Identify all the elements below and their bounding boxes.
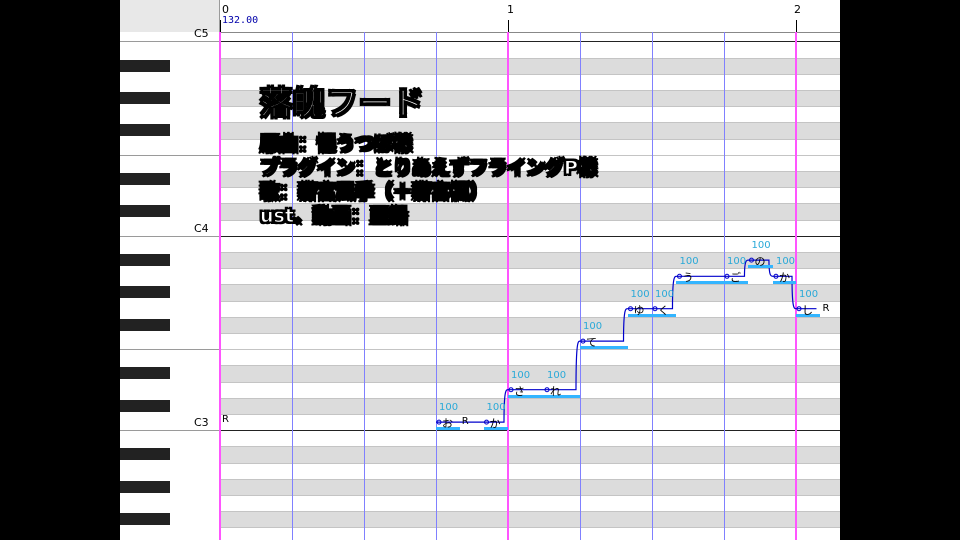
- octave-label-c4: C4: [194, 221, 209, 235]
- measure-0-tick: [220, 20, 221, 32]
- note-lyric[interactable]: か: [490, 415, 501, 431]
- white-key-divider: [120, 235, 219, 237]
- note-lyric[interactable]: う: [682, 269, 693, 285]
- note-velocity: 100: [486, 402, 506, 413]
- note-lyric[interactable]: し: [802, 302, 813, 318]
- black-key[interactable]: [120, 124, 170, 137]
- black-key[interactable]: [120, 399, 170, 412]
- note-lyric[interactable]: の: [754, 253, 765, 269]
- note-velocity: 100: [655, 288, 675, 300]
- credit-vocal: 歌：薪宮風季（＋薪宮楓）: [260, 181, 489, 204]
- measure-1-tick: [508, 20, 509, 32]
- note-velocity: 100: [799, 288, 819, 300]
- note-velocity: 100: [583, 321, 603, 332]
- black-key[interactable]: [120, 367, 170, 380]
- black-key[interactable]: [120, 92, 170, 104]
- note-velocity: 100: [727, 256, 747, 268]
- white-key-divider: [120, 154, 219, 156]
- measure-ruler[interactable]: 0 132.00 1 2: [220, 0, 840, 33]
- note-lyric[interactable]: お: [442, 415, 453, 431]
- note-velocity: 100: [630, 288, 650, 300]
- note-velocity: 100: [511, 369, 531, 381]
- white-key-divider: [120, 430, 219, 432]
- black-key[interactable]: [120, 513, 170, 526]
- black-key[interactable]: [120, 480, 170, 493]
- credit-plugin: プラグイン：とりあえずフライングP様: [260, 157, 598, 180]
- note-velocity: 100: [679, 256, 699, 268]
- tempo-label[interactable]: 132.00: [222, 15, 258, 26]
- white-key-divider: [120, 349, 219, 351]
- black-key[interactable]: [120, 448, 170, 461]
- note-lyric[interactable]: か: [779, 269, 790, 285]
- black-key[interactable]: [120, 286, 170, 299]
- black-key[interactable]: [120, 205, 170, 218]
- note-velocity: 100: [775, 256, 796, 268]
- note-lyric[interactable]: さ: [514, 383, 525, 399]
- note-lyric[interactable]: ご: [730, 269, 741, 285]
- note-lyric[interactable]: く: [658, 302, 669, 318]
- song-title: 落魄フード: [260, 84, 426, 123]
- rest-marker[interactable]: R: [462, 416, 469, 427]
- measure-2-label: 2: [794, 3, 801, 16]
- note-lyric[interactable]: ゆ: [634, 302, 645, 318]
- note-lyric[interactable]: れ: [550, 383, 561, 399]
- white-key-divider: [120, 41, 219, 43]
- black-key[interactable]: [120, 59, 170, 72]
- black-key[interactable]: [120, 254, 170, 266]
- rest-marker[interactable]: R: [222, 414, 229, 425]
- credit-ust-video: ust、動画：亜鉛: [260, 205, 409, 228]
- black-key[interactable]: [120, 318, 170, 331]
- note-velocity: 100: [547, 369, 567, 381]
- rest-marker[interactable]: R: [822, 303, 829, 314]
- utau-editor-window: 0 132.00 1 2 C5 C4 C3 100 お 100 か 100 さ 100 れ 100 て…: [120, 0, 840, 540]
- pitch-bend-path[interactable]: [436, 259, 817, 423]
- octave-label-c3: C3: [194, 416, 209, 429]
- credit-original: 原曲：悒うつぼ様: [260, 133, 413, 156]
- measure-2-tick: [796, 20, 797, 32]
- piano-keyboard[interactable]: C5 C4 C3: [120, 27, 220, 540]
- black-key[interactable]: [120, 173, 170, 185]
- measure-1-label: 1: [507, 3, 514, 16]
- note-velocity: 100: [751, 240, 771, 251]
- octave-label-c5: C5: [194, 27, 209, 41]
- note-lyric[interactable]: て: [586, 334, 597, 350]
- video-caption-overlay: 落魄フード 原曲：悒うつぼ様 プラグイン：とりあえずフライングP様 歌：薪宮風季…: [260, 78, 598, 228]
- note-velocity: 100: [439, 402, 459, 413]
